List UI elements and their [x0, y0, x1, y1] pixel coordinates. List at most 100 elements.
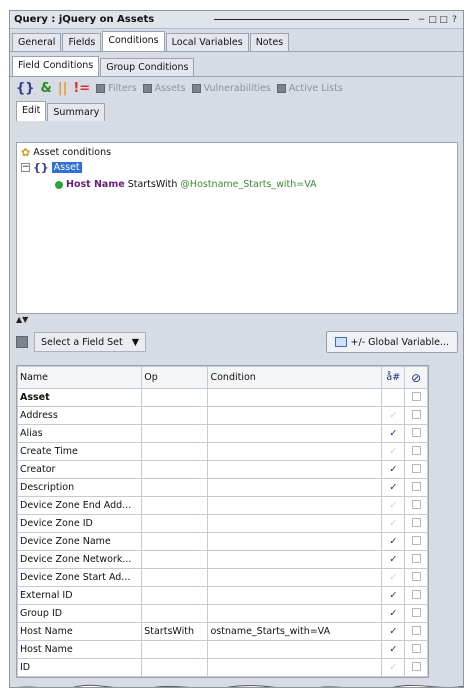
table-row[interactable]: Host Name StartsWith ostname_Starts_with=V… — [16, 622, 428, 641]
display-checkbox[interactable]: ✓ — [381, 550, 406, 569]
display-checkbox[interactable]: ✓ — [381, 442, 406, 461]
table-row[interactable]: Asset — [16, 388, 428, 407]
exclude-checkbox[interactable] — [404, 442, 428, 461]
tab-fields[interactable]: Fields — [62, 33, 102, 51]
checkbox-icon[interactable] — [411, 607, 421, 617]
checkbox-icon[interactable] — [411, 517, 421, 527]
checkbox-icon[interactable] — [411, 481, 421, 491]
checkbox-icon[interactable] — [411, 499, 421, 509]
table-row[interactable]: Address ✓ — [16, 406, 428, 425]
exclude-checkbox[interactable] — [404, 532, 428, 551]
global-variable-button[interactable]: +/- Global Variable... — [325, 331, 458, 353]
checkbox-icon[interactable] — [411, 589, 421, 599]
exclude-checkbox[interactable] — [404, 658, 428, 677]
condition-cell[interactable] — [207, 586, 383, 605]
display-checkbox[interactable]: ✓ — [381, 460, 406, 479]
checkbox-icon[interactable] — [411, 661, 421, 671]
condition-cell[interactable] — [207, 640, 383, 659]
table-row[interactable]: ID ✓ — [16, 658, 428, 677]
checkbox-icon[interactable] — [411, 463, 421, 473]
maximize-icon[interactable]: □ — [439, 15, 448, 25]
tab-edit[interactable]: Edit — [16, 101, 47, 121]
condition-cell[interactable] — [207, 406, 383, 425]
tab-general[interactable]: General — [12, 33, 62, 51]
tab-notes[interactable]: Notes — [249, 33, 290, 51]
condition-cell[interactable] — [207, 568, 383, 587]
not-equal-icon[interactable]: != — [73, 81, 90, 96]
tree-condition-row[interactable]: Host Name StartsWith @Hostname_Starts_wi… — [55, 179, 317, 190]
tree-root[interactable]: ✿ Asset conditions — [21, 146, 111, 159]
exclude-checkbox[interactable] — [404, 388, 428, 407]
exclude-checkbox[interactable] — [404, 640, 428, 659]
condition-cell[interactable] — [207, 514, 383, 533]
help-icon[interactable]: ? — [450, 15, 459, 25]
table-row[interactable]: Alias ✓ — [16, 424, 428, 443]
exclude-checkbox[interactable] — [404, 550, 428, 569]
condition-cell[interactable] — [207, 532, 383, 551]
active-lists-button[interactable]: Active Lists — [276, 83, 343, 94]
display-checkbox[interactable]: ✓ — [381, 658, 406, 677]
exclude-checkbox[interactable] — [404, 406, 428, 425]
display-checkbox[interactable] — [381, 388, 406, 407]
column-exclude[interactable]: ⊘ — [404, 366, 428, 389]
exclude-checkbox[interactable] — [404, 496, 428, 515]
display-checkbox[interactable]: ✓ — [381, 532, 406, 551]
tab-summary[interactable]: Summary — [47, 103, 106, 121]
filters-button[interactable]: Filters — [96, 83, 137, 94]
column-name[interactable]: Name — [16, 366, 143, 389]
checkbox-icon[interactable] — [411, 625, 421, 635]
or-icon[interactable]: || — [58, 81, 68, 96]
condition-cell[interactable]: ostname_Starts_with=VA — [207, 622, 383, 641]
checkbox-icon[interactable] — [411, 427, 421, 437]
column-condition[interactable]: Condition — [207, 366, 383, 389]
and-icon[interactable]: & — [41, 81, 52, 96]
checkbox-icon[interactable] — [411, 445, 421, 455]
tree-node-asset[interactable]: − {} Asset — [21, 161, 82, 174]
table-row[interactable]: Device Zone Network... ✓ — [16, 550, 428, 569]
exclude-checkbox[interactable] — [404, 424, 428, 443]
column-display[interactable]: å# — [381, 366, 406, 389]
condition-cell[interactable] — [207, 550, 383, 569]
exclude-checkbox[interactable] — [404, 604, 428, 623]
exclude-checkbox[interactable] — [404, 568, 428, 587]
display-checkbox[interactable]: ✓ — [381, 568, 406, 587]
tab-field-conditions[interactable]: Field Conditions — [12, 56, 100, 76]
condition-cell[interactable] — [207, 460, 383, 479]
table-row[interactable]: Device Zone End Add... ✓ — [16, 496, 428, 515]
display-checkbox[interactable]: ✓ — [381, 586, 406, 605]
exclude-checkbox[interactable] — [404, 586, 428, 605]
display-checkbox[interactable]: ✓ — [381, 496, 406, 515]
table-row[interactable]: Description ✓ — [16, 478, 428, 497]
checkbox-icon[interactable] — [411, 409, 421, 419]
condition-editor[interactable]: ✿ Asset conditions − {} Asset Host Name … — [16, 142, 458, 314]
restore-icon[interactable]: □ — [428, 15, 437, 25]
tab-conditions[interactable]: Conditions — [102, 31, 165, 51]
exclude-checkbox[interactable] — [404, 622, 428, 641]
tab-group-conditions[interactable]: Group Conditions — [100, 58, 195, 76]
display-checkbox[interactable]: ✓ — [381, 604, 406, 623]
tab-local-variables[interactable]: Local Variables — [165, 33, 249, 51]
display-checkbox[interactable]: ✓ — [381, 640, 406, 659]
minimize-icon[interactable]: − — [417, 15, 426, 25]
condition-cell[interactable] — [207, 496, 383, 515]
field-set-select[interactable]: Select a Field Set ▼ — [34, 332, 146, 352]
condition-cell[interactable] — [207, 658, 383, 677]
checkbox-icon[interactable] — [411, 535, 421, 545]
splitter-arrows-icon[interactable]: ▲▼ — [16, 315, 28, 324]
checkbox-icon[interactable] — [411, 553, 421, 563]
display-checkbox[interactable]: ✓ — [381, 424, 406, 443]
table-row[interactable]: Create Time ✓ — [16, 442, 428, 461]
display-checkbox[interactable]: ✓ — [381, 514, 406, 533]
display-checkbox[interactable]: ✓ — [381, 406, 406, 425]
table-row[interactable]: Device Zone ID ✓ — [16, 514, 428, 533]
checkbox-icon[interactable] — [411, 571, 421, 581]
column-op[interactable]: Op — [141, 366, 209, 389]
condition-cell[interactable] — [207, 388, 383, 407]
exclude-checkbox[interactable] — [404, 478, 428, 497]
exclude-checkbox[interactable] — [404, 460, 428, 479]
vulnerabilities-button[interactable]: Vulnerabilities — [191, 83, 271, 94]
assets-button[interactable]: Assets — [142, 83, 186, 94]
table-row[interactable]: Host Name ✓ — [16, 640, 428, 659]
checkbox-icon[interactable] — [411, 643, 421, 653]
condition-cell[interactable] — [207, 424, 383, 443]
